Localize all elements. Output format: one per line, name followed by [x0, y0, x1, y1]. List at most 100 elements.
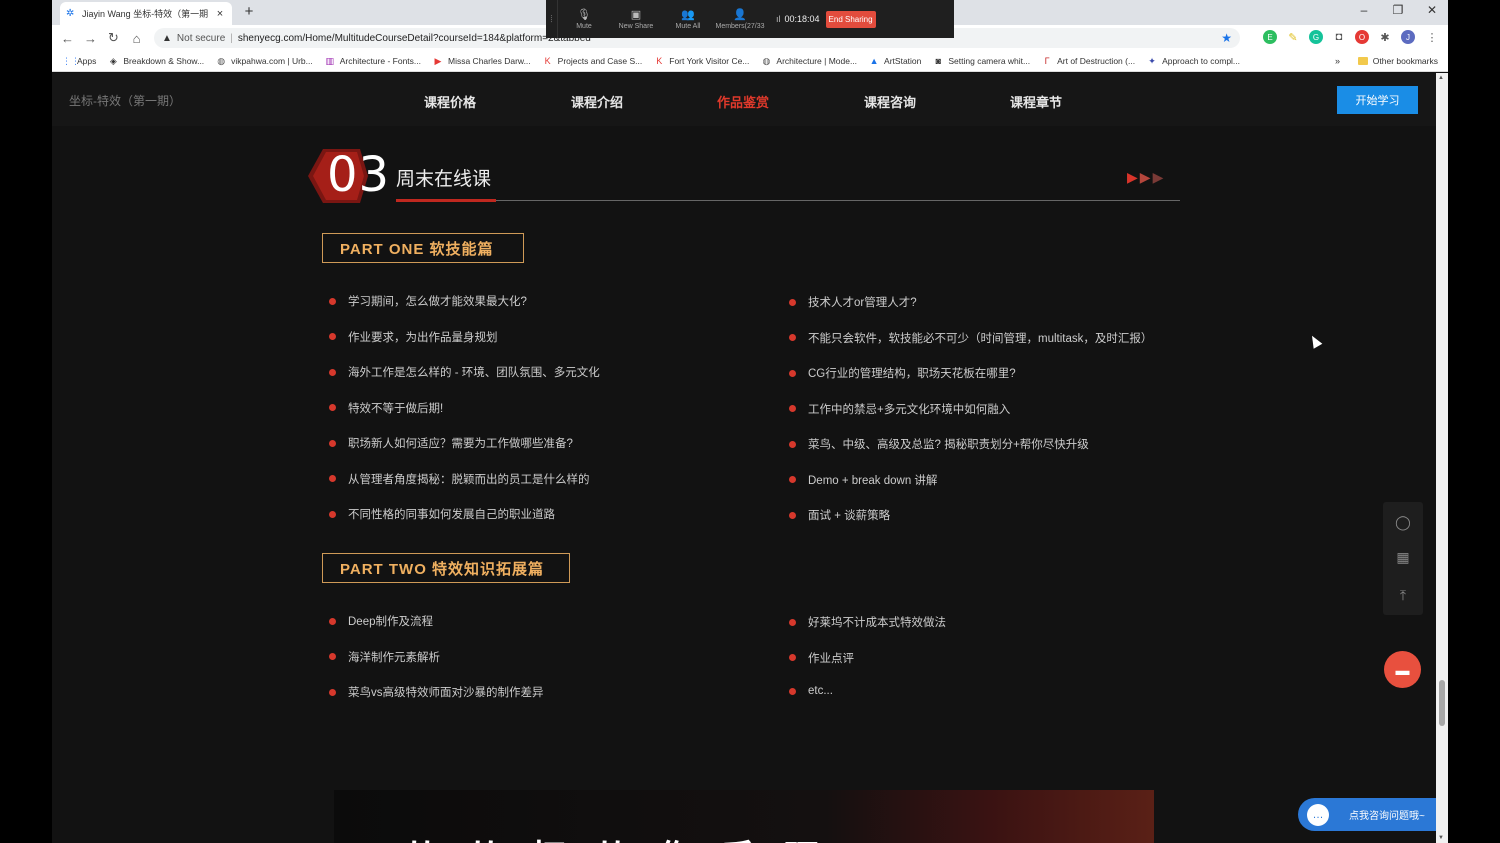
bookmark-item[interactable]: ▲ ArtStation: [869, 56, 922, 66]
reload-button[interactable]: ↻: [102, 30, 125, 46]
site-nav-link[interactable]: 课程章节: [1010, 92, 1062, 111]
zoom-button-group: 🎙 Mute ▣ New Share 👥 Mute All 👤 Members(27/33: [558, 9, 766, 30]
bookmark-item[interactable]: ◍ Architecture | Mode...: [761, 56, 857, 66]
list-item-text: 不同性格的同事如何发展自己的职业道路: [348, 509, 555, 521]
members-button[interactable]: 👤 Members(27/33: [714, 9, 766, 30]
site-nav-link[interactable]: 课程咨询: [864, 92, 916, 111]
start-learning-button[interactable]: 开始学习: [1337, 86, 1418, 114]
back-to-top-icon[interactable]: ⤒: [1383, 587, 1423, 604]
bookmark-item[interactable]: ◈ Breakdown & Show...: [108, 56, 204, 66]
bullet-dot: [789, 369, 796, 377]
minimize-button[interactable]: –: [1354, 3, 1374, 17]
part-two-heading: PART TWO 特效知识拓展篇: [322, 553, 570, 583]
browser-tab[interactable]: ✲ Jiayin Wang 坐标-特效（第一期 ×: [60, 2, 232, 25]
puzzle-icon[interactable]: ✱: [1378, 30, 1392, 44]
url-text[interactable]: shenyecg.com/Home/MultitudeCourseDetail?…: [238, 33, 591, 44]
bookmark-item[interactable]: K Projects and Case S...: [543, 56, 643, 66]
list-item-text: etc...: [808, 685, 833, 697]
bullet-dot: [789, 476, 796, 483]
list-item-text: 菜鸟vs高级特效师面对沙暴的制作差异: [348, 687, 544, 699]
list-item: CG行业的管理结构，职场天花板在哪里?: [789, 365, 1016, 381]
bookmark-item[interactable]: ▶ Missa Charles Darw...: [433, 56, 531, 66]
microphone-icon: 🎙: [577, 8, 591, 21]
scroll-up-icon[interactable]: ▲: [1438, 75, 1444, 81]
drag-handle-icon[interactable]: ⦙: [546, 0, 558, 38]
not-secure-label[interactable]: Not secure: [177, 33, 225, 44]
mute-all-button[interactable]: 👥 Mute All: [662, 9, 714, 30]
list-item-text: 海洋制作元素解析: [348, 651, 440, 664]
menu-icon[interactable]: ⋮: [1425, 30, 1439, 44]
back-button[interactable]: ←: [56, 31, 79, 46]
bullet-dot: [329, 475, 336, 482]
forward-button[interactable]: →: [79, 31, 102, 46]
bookmark-item[interactable]: ◙ Setting camera whit...: [933, 56, 1030, 66]
adblock-icon[interactable]: O: [1355, 30, 1369, 44]
bookmark-label: Architecture - Fonts...: [339, 56, 421, 66]
evernote-icon[interactable]: E: [1263, 30, 1277, 44]
bookmark-label: Projects and Case S...: [557, 56, 643, 66]
bullet-dot: [329, 653, 336, 660]
site-brand[interactable]: 坐标-特效（第一期）: [69, 92, 181, 109]
bookmark-star-icon[interactable]: ★: [1221, 31, 1232, 45]
artstation-icon: ▲: [869, 56, 879, 66]
approach-icon: ✦: [1148, 56, 1156, 66]
end-sharing-button[interactable]: End Sharing: [825, 10, 876, 28]
site-header: 坐标-特效（第一期） 课程价格 课程介绍 作品鉴赏 课程咨询 课程章节 开始学习: [52, 73, 1436, 126]
bookmark-item[interactable]: ⋮⋮ Apps: [62, 56, 96, 66]
list-item: 职场新人如何适应？需要为工作做哪些准备?: [329, 435, 573, 451]
marker-icon[interactable]: ✎: [1286, 30, 1300, 44]
bookmark-item[interactable]: ▥ Architecture - Fonts...: [325, 56, 421, 66]
globe-icon: ◍: [762, 56, 771, 66]
qrcode-icon[interactable]: ▦: [1383, 549, 1423, 566]
qq-icon[interactable]: ◯: [1383, 514, 1423, 531]
home-button[interactable]: ⌂: [125, 31, 148, 46]
shield-icon[interactable]: ◘: [1332, 30, 1346, 44]
list-item-text: 作业点评: [808, 652, 854, 665]
vfx-icon: ◈: [109, 56, 117, 66]
scroll-down-icon[interactable]: ▼: [1438, 835, 1444, 841]
maximize-button[interactable]: ❐: [1388, 3, 1408, 17]
bullet-dot: [789, 654, 796, 661]
list-item: 学习期间，怎么做才能效果最大化?: [329, 293, 527, 309]
window-close-button[interactable]: ✕: [1422, 3, 1442, 17]
bookmark-label: Fort York Visitor Ce...: [669, 56, 750, 66]
browser-window: ✲ Jiayin Wang 坐标-特效（第一期 × + – ❐ ✕ ← → ↻ …: [52, 0, 1448, 843]
zoom-button-label: New Share: [618, 22, 654, 30]
bookmark-item[interactable]: Γ Art of Destruction (...: [1042, 56, 1135, 66]
bullet-dot: [329, 510, 336, 518]
list-item: 作业要求，为出作品量身规划: [329, 329, 498, 345]
site-nav-link[interactable]: 课程介绍: [571, 92, 623, 111]
aod-icon: Γ: [1044, 56, 1050, 66]
new-tab-button[interactable]: +: [240, 3, 258, 20]
warning-icon: ▲: [162, 32, 172, 44]
bookmark-item[interactable]: ✦ Approach to compl...: [1147, 56, 1240, 66]
page-scrollbar[interactable]: ▲ ▼: [1436, 73, 1448, 843]
km-icon: K: [544, 56, 551, 66]
profile-avatar[interactable]: J: [1401, 30, 1415, 44]
list-item: 海洋制作元素解析: [329, 649, 440, 665]
consult-button[interactable]: … 点我咨询问题哦~: [1298, 798, 1436, 831]
list-item-text: 特效不等于做后期!: [348, 402, 444, 415]
scrollbar-thumb[interactable]: [1439, 680, 1445, 726]
tab-close-icon[interactable]: ×: [214, 8, 226, 20]
site-nav-link[interactable]: 课程价格: [424, 92, 476, 111]
site-nav-link[interactable]: 作品鉴赏: [717, 92, 769, 111]
grammarly-icon[interactable]: G: [1309, 30, 1323, 44]
bullet-dot: [789, 334, 796, 341]
signal-icon: ıl: [776, 14, 781, 24]
bookmark-item[interactable]: K Fort York Visitor Ce...: [654, 56, 749, 66]
zoom-button-label: Members(27/33: [715, 22, 765, 30]
bookmark-item[interactable]: ◍ vikpahwa.com | Urb...: [216, 56, 313, 66]
microphone-button[interactable]: 🎙 Mute: [558, 9, 610, 30]
bookmarks-overflow-button[interactable]: »: [1335, 56, 1340, 66]
chat-button[interactable]: ▬: [1384, 651, 1421, 688]
section-number: 03: [327, 147, 391, 203]
folder-icon: [1357, 57, 1368, 65]
bullet-dot: [329, 688, 336, 696]
bookmark-label: Apps: [77, 56, 97, 66]
web-page: 坐标-特效（第一期） 课程价格 课程介绍 作品鉴赏 课程咨询 课程章节 开始学习 03 …: [52, 73, 1436, 843]
other-bookmarks[interactable]: Other bookmarks: [1357, 56, 1438, 66]
screen-share-button[interactable]: ▣ New Share: [610, 9, 662, 30]
screen: ✲ Jiayin Wang 坐标-特效（第一期 × + – ❐ ✕ ← → ↻ …: [0, 0, 1500, 843]
course-banner-image: 从 从 打 从 作 手 环: [334, 790, 1154, 843]
